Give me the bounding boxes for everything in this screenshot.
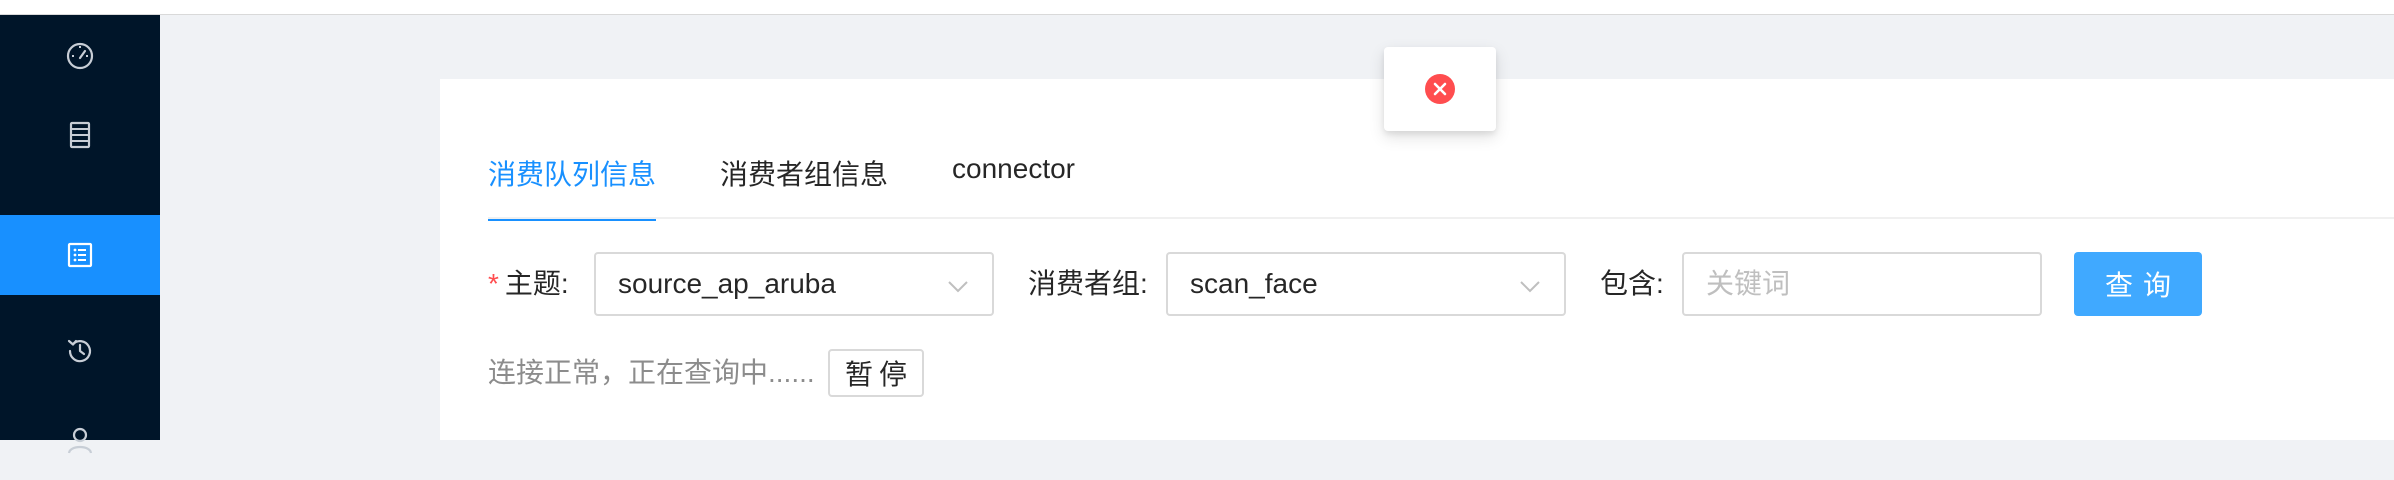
consumer-group-select-value: scan_face [1190,268,1318,299]
chevron-down-icon [1520,281,1540,293]
user-icon [67,427,93,454]
error-icon [1425,74,1455,104]
consumer-group-select[interactable]: scan_face [1166,252,1566,316]
sidebar-item-history[interactable] [0,311,160,391]
keyword-input[interactable] [1682,252,2042,316]
tab-bar: 消费队列信息 消费者组信息 connector [488,149,1139,221]
contains-label: 包含: [1600,268,1664,299]
sidebar-item-server[interactable] [0,95,160,175]
chevron-down-icon [948,281,968,293]
tab-connector[interactable]: connector [952,149,1075,219]
topic-label: * 主题: [488,268,569,299]
required-mark: * [488,268,499,299]
connection-status-text: 连接正常，正在查询中...... [488,357,815,388]
query-button[interactable]: 查询 [2074,252,2202,316]
consumer-group-label: 消费者组: [1028,268,1148,299]
sidebar-item-user[interactable] [0,400,160,480]
top-header-bar [0,0,2394,15]
tab-consumer-group-info[interactable]: 消费者组信息 [720,149,888,219]
sidebar-item-list[interactable] [0,215,160,295]
tab-consume-queue-info[interactable]: 消费队列信息 [488,149,657,221]
query-form: * 主题: source_ap_aruba 消费者组: scan_face 包含:… [488,252,2348,316]
history-icon [67,339,92,363]
pause-button[interactable]: 暂停 [828,349,924,397]
tab-divider [488,217,2394,219]
sidebar-item-dashboard[interactable] [0,15,160,95]
topic-select[interactable]: source_ap_aruba [594,252,994,316]
main-panel: 消费队列信息 消费者组信息 connector * 主题: source_ap_a… [440,79,2394,440]
server-icon [69,121,91,149]
dashboard-icon [66,42,94,70]
error-toast [1384,47,1496,131]
topic-select-value: source_ap_aruba [618,268,836,299]
list-icon [67,242,93,268]
sidebar [0,15,160,454]
